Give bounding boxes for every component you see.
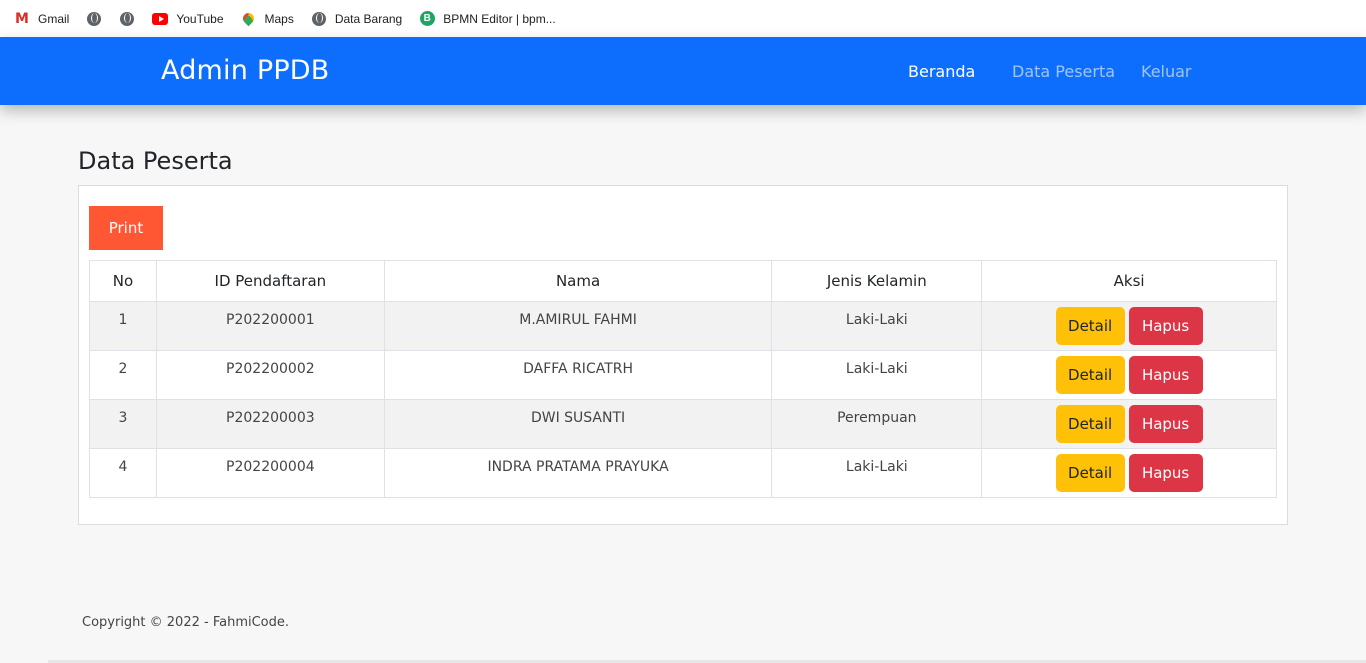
gmail-icon: M: [15, 10, 29, 27]
cell-aksi: Detail Hapus: [981, 350, 1277, 400]
header-no: No: [89, 260, 157, 302]
cell-no: 4: [89, 448, 157, 498]
cell-aksi: Detail Hapus: [981, 448, 1277, 498]
globe-icon: [119, 11, 135, 27]
table-row: 4 P202200004 INDRA PRATAMA PRAYUKA Laki-…: [89, 448, 1277, 498]
data-card: Print No ID Pendaftaran Nama Jenis Kelam…: [78, 185, 1288, 525]
cell-id: P202200004: [155, 448, 385, 498]
cell-nama: DWI SUSANTI: [383, 399, 773, 449]
detail-button[interactable]: Detail: [1055, 307, 1125, 345]
print-button[interactable]: Print: [89, 206, 163, 250]
hapus-button[interactable]: Hapus: [1128, 454, 1203, 492]
table-row: 2 P202200002 DAFFA RICATRH Laki-Laki Det…: [89, 350, 1277, 400]
bookmark-globe-2[interactable]: [119, 11, 135, 27]
table-row: 1 P202200001 M.AMIRUL FAHMI Laki-Laki De…: [89, 301, 1277, 351]
cell-no: 1: [89, 301, 157, 351]
cell-aksi: Detail Hapus: [981, 399, 1277, 449]
bookmark-globe-1[interactable]: [86, 11, 102, 27]
cell-nama: M.AMIRUL FAHMI: [383, 301, 773, 351]
hapus-button[interactable]: Hapus: [1128, 356, 1203, 394]
nav-data-peserta[interactable]: Data Peserta: [1012, 62, 1115, 81]
footer-copyright: Copyright © 2022 - FahmiCode.: [82, 615, 290, 630]
page-title: Data Peserta: [78, 147, 233, 175]
cell-aksi: Detail Hapus: [981, 301, 1277, 351]
table-header-row: No ID Pendaftaran Nama Jenis Kelamin Aks…: [89, 260, 1277, 302]
bookmark-maps[interactable]: Maps: [240, 10, 294, 27]
header-id-pendaftaran: ID Pendaftaran: [155, 260, 385, 302]
globe-icon: [311, 11, 327, 27]
globe-icon: [86, 11, 102, 27]
hapus-button[interactable]: Hapus: [1128, 405, 1203, 443]
cell-id: P202200002: [155, 350, 385, 400]
cell-no: 2: [89, 350, 157, 400]
bookmark-label: Data Barang: [334, 11, 403, 26]
navbar: Admin PPDB Beranda Data Peserta Keluar: [0, 37, 1366, 105]
table-row: 3 P202200003 DWI SUSANTI Perempuan Detai…: [89, 399, 1277, 449]
nav-keluar[interactable]: Keluar: [1141, 62, 1192, 81]
bookmark-gmail[interactable]: M Gmail: [14, 11, 69, 27]
youtube-icon: [152, 11, 169, 27]
hapus-button[interactable]: Hapus: [1128, 307, 1203, 345]
cell-id: P202200001: [155, 301, 385, 351]
bookmark-label: Gmail: [38, 11, 70, 26]
cell-jenis-kelamin: Perempuan: [771, 399, 983, 449]
bookmark-label: YouTube: [176, 11, 224, 26]
nav-beranda[interactable]: Beranda: [908, 62, 975, 81]
cell-jenis-kelamin: Laki-Laki: [771, 350, 983, 400]
bookmarks-bar: M Gmail YouTube Maps Data Barang B BPMN …: [0, 0, 1366, 37]
cell-nama: INDRA PRATAMA PRAYUKA: [383, 448, 773, 498]
bookmark-data-barang[interactable]: Data Barang: [311, 11, 402, 27]
maps-icon: [240, 10, 257, 27]
bookmark-youtube[interactable]: YouTube: [152, 11, 224, 27]
brand-title[interactable]: Admin PPDB: [161, 55, 330, 86]
header-jenis-kelamin: Jenis Kelamin: [771, 260, 983, 302]
bookmark-label: BPMN Editor | bpm...: [443, 11, 556, 26]
header-nama: Nama: [383, 260, 773, 302]
detail-button[interactable]: Detail: [1055, 454, 1125, 492]
cell-jenis-kelamin: Laki-Laki: [771, 448, 983, 498]
bookmark-label: Maps: [264, 11, 294, 26]
cell-jenis-kelamin: Laki-Laki: [771, 301, 983, 351]
detail-button[interactable]: Detail: [1055, 405, 1125, 443]
cell-nama: DAFFA RICATRH: [383, 350, 773, 400]
cell-id: P202200003: [155, 399, 385, 449]
bpmn-icon: B: [419, 11, 435, 27]
cell-no: 3: [89, 399, 157, 449]
header-aksi: Aksi: [981, 260, 1277, 302]
bookmark-bpmn-editor[interactable]: B BPMN Editor | bpm...: [419, 11, 556, 27]
detail-button[interactable]: Detail: [1055, 356, 1125, 394]
participants-table: No ID Pendaftaran Nama Jenis Kelamin Aks…: [89, 260, 1277, 498]
